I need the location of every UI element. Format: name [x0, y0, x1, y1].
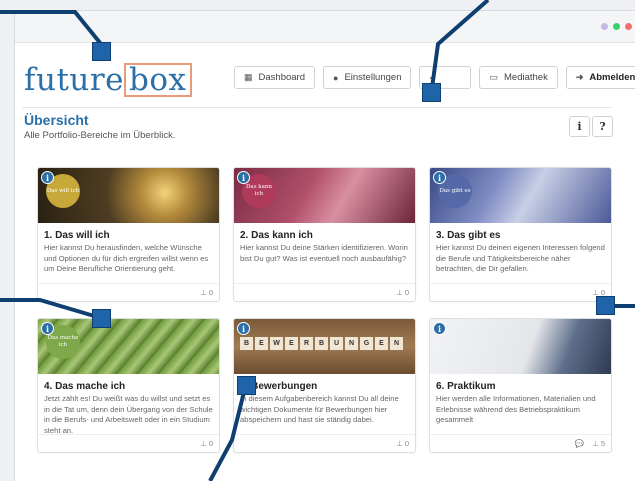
- annotation-lines: [0, 0, 635, 481]
- annotation-marker: [92, 42, 111, 61]
- annotation-marker: [92, 309, 111, 328]
- annotation-marker: [237, 376, 256, 395]
- annotation-marker: [596, 296, 615, 315]
- annotation-marker: [422, 83, 441, 102]
